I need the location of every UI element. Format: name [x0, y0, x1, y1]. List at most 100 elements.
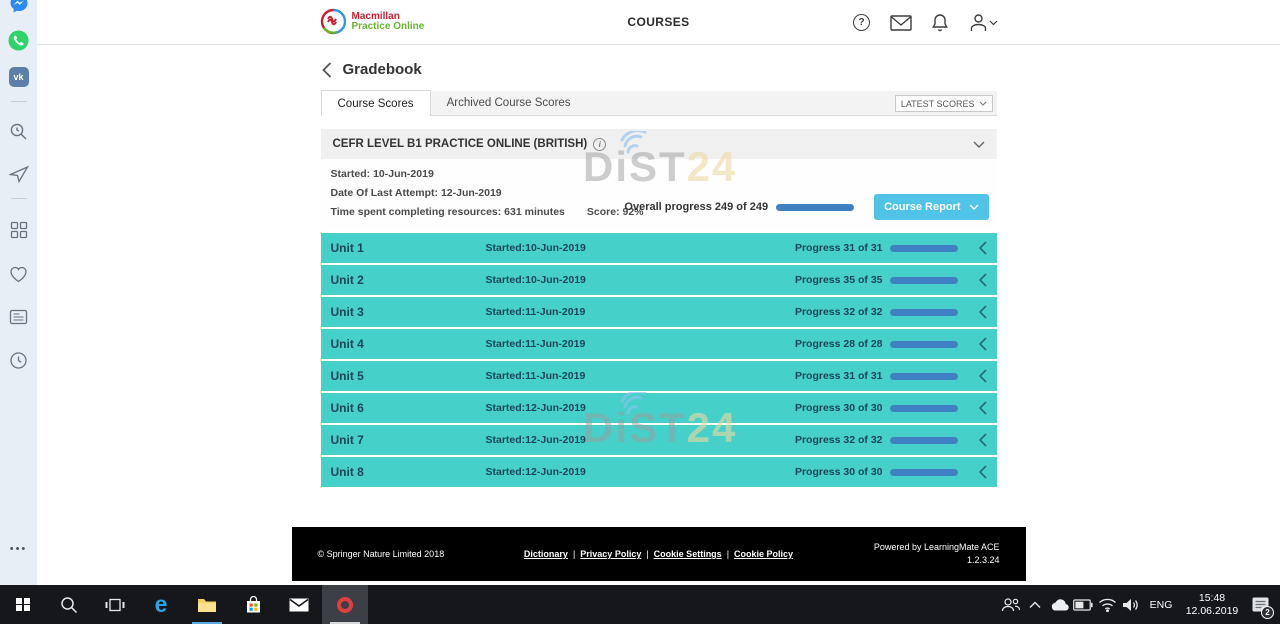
- onedrive-icon[interactable]: [1047, 585, 1071, 624]
- nav-courses[interactable]: COURSES: [627, 15, 689, 29]
- news-icon[interactable]: [8, 306, 30, 328]
- notifications-icon[interactable]: [929, 12, 951, 34]
- unit-progress-bar: [890, 373, 958, 380]
- volume-icon[interactable]: [1119, 585, 1143, 624]
- unit-progress-bar: [890, 405, 958, 412]
- powered-by: Powered by LearningMate ACE: [874, 541, 1000, 554]
- sidebar-divider: [11, 101, 27, 102]
- start-button[interactable]: [0, 585, 46, 624]
- unit-name: Unit 7: [321, 433, 486, 447]
- latest-scores-dropdown[interactable]: LATEST SCORES: [895, 95, 993, 112]
- wifi-icon[interactable]: [1095, 585, 1119, 624]
- page-title: Gradebook: [343, 61, 422, 78]
- expand-chevron-icon[interactable]: [979, 305, 987, 319]
- messenger-icon[interactable]: [8, 0, 30, 15]
- unit-row[interactable]: Unit 3 Started:11-Jun-2019 Progress 32 o…: [321, 297, 997, 327]
- action-center-icon[interactable]: 2: [1245, 585, 1275, 624]
- expand-chevron-icon[interactable]: [979, 465, 987, 479]
- unit-row[interactable]: Unit 1 Started:10-Jun-2019 Progress 31 o…: [321, 233, 997, 263]
- unit-progress: Progress 30 of 30: [795, 402, 883, 414]
- copyright: © Springer Nature Limited 2018: [318, 549, 445, 559]
- macmillan-logo[interactable]: Macmillan Practice Online: [320, 8, 425, 35]
- store-icon[interactable]: [230, 585, 276, 624]
- history-clock-icon[interactable]: [8, 349, 30, 371]
- unit-progress: Progress 32 of 32: [795, 306, 883, 318]
- my-flow-icon[interactable]: [8, 163, 30, 185]
- taskbar-search-icon[interactable]: [46, 585, 92, 624]
- language-indicator[interactable]: ENG: [1143, 599, 1179, 611]
- unit-started: Started:11-Jun-2019: [486, 306, 586, 318]
- link-privacy-policy[interactable]: Privacy Policy: [580, 549, 641, 559]
- info-icon[interactable]: i: [593, 138, 606, 151]
- tab-course-scores[interactable]: Course Scores: [321, 90, 431, 116]
- back-button[interactable]: [322, 62, 332, 78]
- tray-expand-icon[interactable]: [1023, 585, 1047, 624]
- help-glyph: ?: [858, 17, 864, 28]
- clock[interactable]: 15:48 12.06.2019: [1179, 592, 1245, 618]
- course-panel: CEFR LEVEL B1 PRACTICE ONLINE (BRITISH) …: [321, 129, 997, 229]
- site-footer: © Springer Nature Limited 2018 Dictionar…: [292, 527, 1026, 581]
- whatsapp-icon[interactable]: [8, 29, 30, 51]
- unit-started: Started:11-Jun-2019: [486, 370, 586, 382]
- sidebar-more-icon[interactable]: •••: [8, 538, 30, 560]
- course-started: Started: 10-Jun-2019: [331, 168, 987, 180]
- unit-row[interactable]: Unit 4 Started:11-Jun-2019 Progress 28 o…: [321, 329, 997, 359]
- expand-chevron-icon[interactable]: [979, 433, 987, 447]
- link-cookie-settings[interactable]: Cookie Settings: [654, 549, 722, 559]
- battery-icon[interactable]: [1071, 585, 1095, 624]
- tabs-bar: Course Scores Archived Course Scores LAT…: [321, 91, 997, 116]
- account-icon[interactable]: [968, 12, 1000, 34]
- task-view-icon[interactable]: [92, 585, 138, 624]
- unit-name: Unit 2: [321, 273, 486, 287]
- edge-letter: e: [155, 593, 168, 616]
- unit-started: Started:10-Jun-2019: [486, 274, 586, 286]
- speed-dial-icon[interactable]: [8, 219, 30, 241]
- mail-app-icon[interactable]: [276, 585, 322, 624]
- chevron-down-icon: [989, 20, 998, 26]
- expand-chevron-icon[interactable]: [979, 241, 987, 255]
- edge-icon[interactable]: e: [138, 585, 184, 624]
- notification-badge: 2: [1261, 606, 1274, 619]
- people-icon[interactable]: [999, 585, 1023, 624]
- opera-icon[interactable]: [322, 585, 368, 624]
- chevron-down-icon: [979, 101, 987, 106]
- unit-row[interactable]: Unit 7 Started:12-Jun-2019 Progress 32 o…: [321, 425, 997, 455]
- bookmarks-heart-icon[interactable]: [8, 263, 30, 285]
- time: 15:48: [1179, 592, 1245, 605]
- chevron-left-icon: [322, 62, 332, 78]
- search-history-icon[interactable]: [8, 120, 30, 142]
- dropdown-value: LATEST SCORES: [901, 99, 975, 109]
- unit-progress-bar: [890, 437, 958, 444]
- tab-archived-course-scores[interactable]: Archived Course Scores: [431, 90, 587, 115]
- help-icon[interactable]: ?: [851, 12, 873, 34]
- course-panel-header[interactable]: CEFR LEVEL B1 PRACTICE ONLINE (BRITISH) …: [321, 129, 997, 159]
- course-summary: Started: 10-Jun-2019 Date Of Last Attemp…: [321, 159, 997, 229]
- unit-row[interactable]: Unit 6 Started:12-Jun-2019 Progress 30 o…: [321, 393, 997, 423]
- unit-row[interactable]: Unit 5 Started:11-Jun-2019 Progress 31 o…: [321, 361, 997, 391]
- unit-name: Unit 5: [321, 369, 486, 383]
- units-list: Unit 1 Started:10-Jun-2019 Progress 31 o…: [321, 233, 997, 487]
- expand-chevron-icon[interactable]: [979, 337, 987, 351]
- vk-icon[interactable]: vk: [8, 66, 30, 88]
- unit-name: Unit 3: [321, 305, 486, 319]
- link-dictionary[interactable]: Dictionary: [524, 549, 568, 559]
- unit-progress: Progress 35 of 35: [795, 274, 883, 286]
- mail-icon[interactable]: [890, 12, 912, 34]
- expand-chevron-icon[interactable]: [979, 369, 987, 383]
- file-explorer-icon[interactable]: [184, 585, 230, 624]
- unit-row[interactable]: Unit 8 Started:12-Jun-2019 Progress 30 o…: [321, 457, 997, 487]
- unit-name: Unit 6: [321, 401, 486, 415]
- expand-chevron-icon[interactable]: [979, 273, 987, 287]
- unit-name: Unit 4: [321, 337, 486, 351]
- more-dots: •••: [10, 543, 28, 555]
- link-cookie-policy[interactable]: Cookie Policy: [734, 549, 793, 559]
- unit-started: Started:11-Jun-2019: [486, 338, 586, 350]
- unit-row[interactable]: Unit 2 Started:10-Jun-2019 Progress 35 o…: [321, 265, 997, 295]
- unit-progress-bar: [890, 277, 958, 284]
- expand-chevron-icon[interactable]: [979, 401, 987, 415]
- course-report-button[interactable]: Course Report: [874, 194, 988, 220]
- collapse-chevron-icon[interactable]: [973, 141, 985, 148]
- unit-progress: Progress 28 of 28: [795, 338, 883, 350]
- unit-name: Unit 1: [321, 241, 486, 255]
- sidebar-divider: [11, 198, 27, 199]
